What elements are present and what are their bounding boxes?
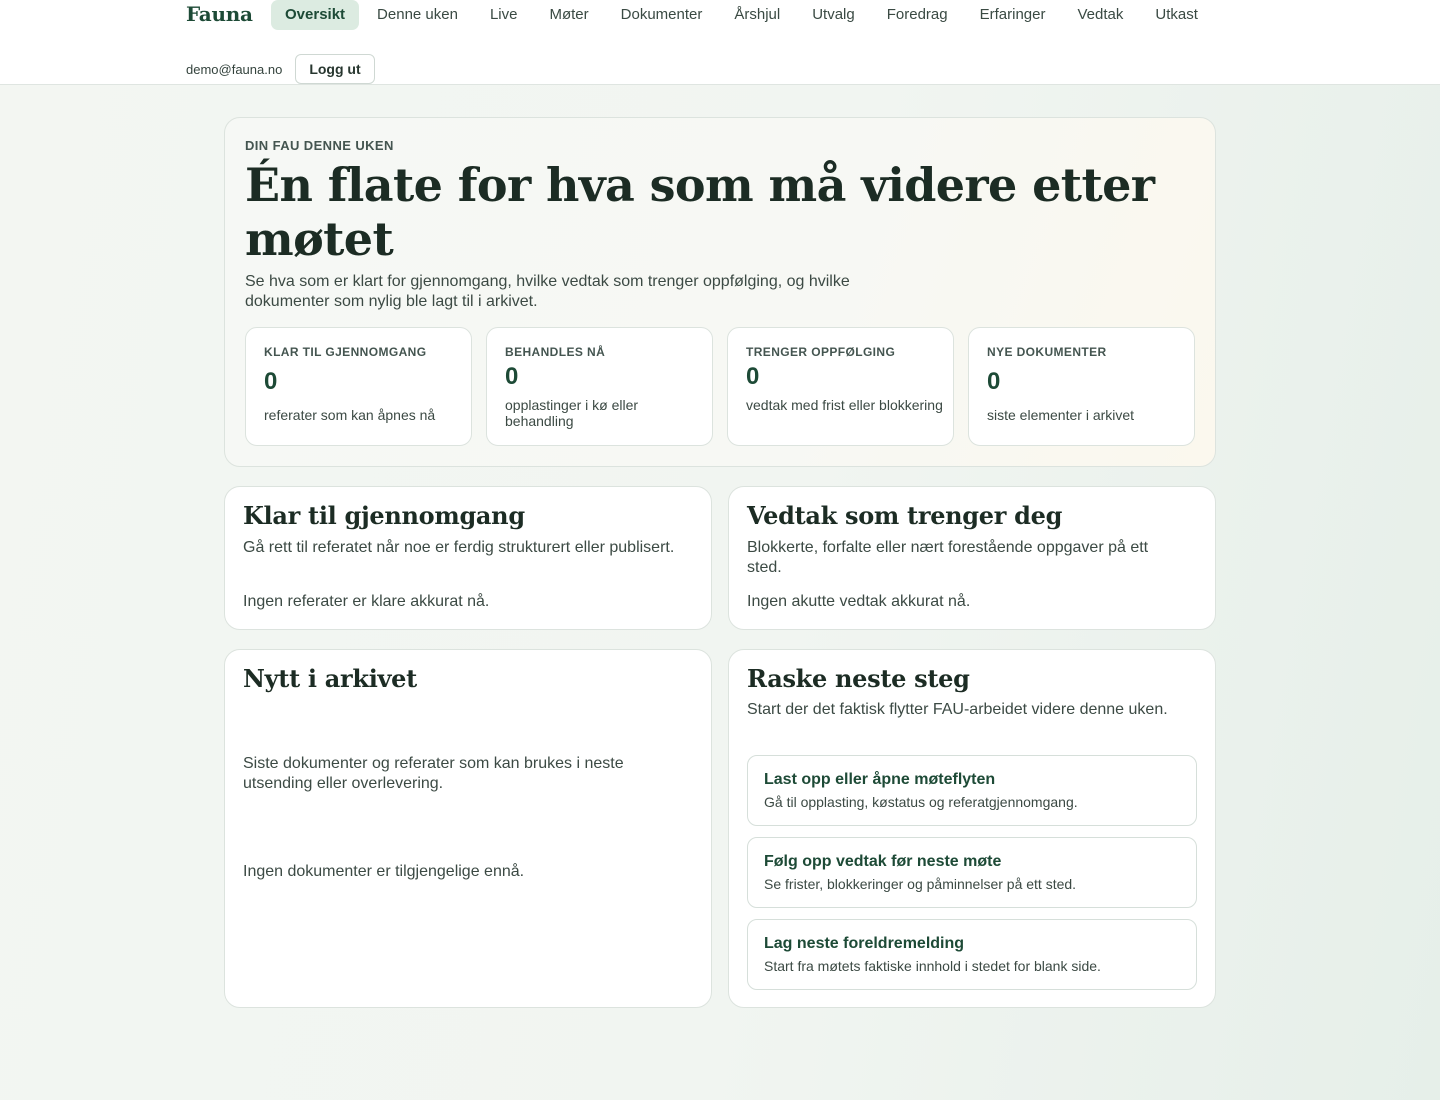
- page-title: Én flate for hva som må videre etter møt…: [245, 158, 1155, 266]
- archive-card: Nytt i arkivet Siste dokumenter og refer…: [224, 649, 712, 1008]
- nav-item-utkast[interactable]: Utkast: [1141, 0, 1212, 30]
- stat-card-followup: TRENGER OPPFØLGING 0 vedtak med frist el…: [727, 327, 954, 446]
- stat-value: 0: [987, 368, 1001, 395]
- user-email: demo@fauna.no: [186, 61, 283, 77]
- stat-value: 0: [746, 363, 760, 390]
- nav-item-vedtak[interactable]: Vedtak: [1063, 0, 1137, 30]
- nav-item-foredrag[interactable]: Foredrag: [873, 0, 962, 30]
- nav-item-erfaringer[interactable]: Erfaringer: [966, 0, 1060, 30]
- nav-item-dokumenter[interactable]: Dokumenter: [607, 0, 717, 30]
- nav-item-moter[interactable]: Møter: [535, 0, 602, 30]
- main-nav: Oversikt Denne uken Live Møter Dokumente…: [271, 0, 1216, 30]
- step-description: Gå til opplasting, køstatus og referatgj…: [764, 794, 1078, 810]
- nav-item-utvalg[interactable]: Utvalg: [798, 0, 869, 30]
- stat-description: vedtak med frist eller blokkering: [746, 397, 943, 413]
- stat-value: 0: [264, 368, 278, 395]
- step-upload-meeting[interactable]: Last opp eller åpne møteflyten Gå til op…: [747, 755, 1197, 826]
- brand-logo[interactable]: Fauna: [186, 2, 253, 26]
- step-description: Start fra møtets faktiske innhold i sted…: [764, 958, 1101, 974]
- nav-item-oversikt[interactable]: Oversikt: [271, 0, 360, 30]
- step-title: Følg opp vedtak før neste møte: [764, 853, 1002, 870]
- stat-label: TRENGER OPPFØLGING: [746, 345, 896, 359]
- empty-state: Ingen akutte vedtak akkurat nå.: [747, 593, 971, 610]
- empty-state: Ingen dokumenter er tilgjengelige ennå.: [243, 863, 525, 880]
- user-menu: demo@fauna.no Logg ut: [186, 54, 375, 84]
- empty-state: Ingen referater er klare akkurat nå.: [243, 593, 490, 610]
- stat-description: opplastinger i kø eller behandling: [505, 397, 639, 429]
- step-title: Last opp eller åpne møteflyten: [764, 771, 996, 788]
- stat-card-review: KLAR TIL GJENNOMGANG 0 referater som kan…: [245, 327, 472, 446]
- card-title: Klar til gjennomgang: [243, 501, 525, 530]
- card-title: Nytt i arkivet: [243, 664, 417, 693]
- hero-panel: DIN FAU DENNE UKEN Én flate for hva som …: [224, 117, 1216, 467]
- next-steps-card: Raske neste steg Start der det faktisk f…: [728, 649, 1216, 1008]
- stat-label: KLAR TIL GJENNOMGANG: [264, 345, 427, 359]
- decisions-card: Vedtak som trenger deg Blokkerte, forfal…: [728, 486, 1216, 630]
- hero-eyebrow: DIN FAU DENNE UKEN: [245, 138, 394, 153]
- nav-item-live[interactable]: Live: [476, 0, 532, 30]
- nav-item-denne-uken[interactable]: Denne uken: [363, 0, 472, 30]
- card-title: Vedtak som trenger deg: [747, 501, 1063, 530]
- logout-button[interactable]: Logg ut: [295, 54, 375, 84]
- stat-value: 0: [505, 363, 519, 390]
- stat-label: BEHANDLES NÅ: [505, 345, 606, 359]
- card-title: Raske neste steg: [747, 664, 970, 693]
- step-description: Se frister, blokkeringer og påminnelser …: [764, 876, 1077, 892]
- step-title: Lag neste foreldremelding: [764, 935, 965, 952]
- top-bar: Fauna Oversikt Denne uken Live Møter Dok…: [0, 0, 1440, 85]
- nav-item-arshjul[interactable]: Årshjul: [720, 0, 794, 30]
- review-card: Klar til gjennomgang Gå rett til referat…: [224, 486, 712, 630]
- card-description: Gå rett til referatet når noe er ferdig …: [243, 539, 675, 556]
- stat-card-new-documents: NYE DOKUMENTER 0 siste elementer i arkiv…: [968, 327, 1195, 446]
- card-description: Blokkerte, forfalte eller nært foreståen…: [747, 539, 1149, 576]
- card-description: Siste dokumenter og referater som kan br…: [243, 755, 624, 792]
- card-description: Start der det faktisk flytter FAU-arbeid…: [747, 701, 1168, 718]
- step-parent-message[interactable]: Lag neste foreldremelding Start fra møte…: [747, 919, 1197, 990]
- stat-description: referater som kan åpnes nå: [264, 407, 436, 423]
- stat-card-processing: BEHANDLES NÅ 0 opplastinger i kø eller b…: [486, 327, 713, 446]
- stat-label: NYE DOKUMENTER: [987, 345, 1107, 359]
- stat-description: siste elementer i arkivet: [987, 407, 1135, 423]
- hero-subtitle: Se hva som er klart for gjennomgang, hvi…: [245, 273, 850, 310]
- step-follow-up-decisions[interactable]: Følg opp vedtak før neste møte Se friste…: [747, 837, 1197, 908]
